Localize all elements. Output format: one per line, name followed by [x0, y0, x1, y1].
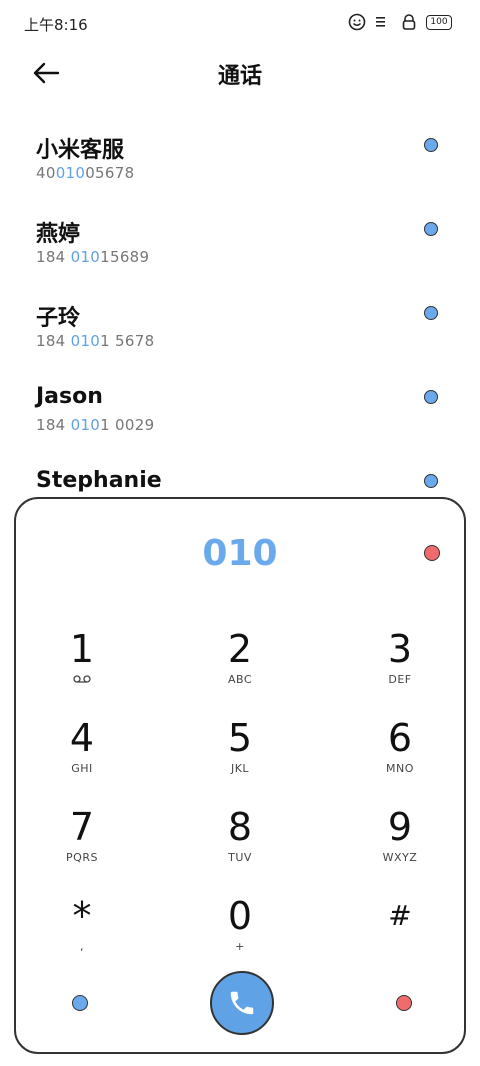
contact-action-dot[interactable]: [424, 474, 438, 488]
contact-action-dot[interactable]: [424, 222, 438, 236]
key-letters: PQRS: [66, 851, 98, 864]
contact-action-dot[interactable]: [424, 138, 438, 152]
dialpad-collapse-dot[interactable]: [72, 995, 88, 1011]
phone-icon: [230, 991, 254, 1015]
key-letters: TUV: [228, 851, 252, 864]
key-hash[interactable]: #: [340, 894, 460, 974]
contact-number: 4001005678: [36, 164, 135, 182]
contact-name: 小米客服: [36, 138, 125, 163]
key-2[interactable]: 2 ABC: [180, 627, 300, 707]
key-8[interactable]: 8 TUV: [180, 805, 300, 885]
smiley-icon: [348, 13, 366, 31]
key-letters: JKL: [230, 762, 250, 775]
key-digit: *: [72, 894, 92, 938]
contact-name: Jason: [36, 384, 103, 409]
contact-number: 184 0101 0029: [36, 416, 155, 434]
key-digit: 4: [69, 716, 95, 760]
key-letters: +: [235, 940, 245, 953]
key-digit: 3: [387, 627, 413, 671]
delete-dot[interactable]: [424, 545, 440, 561]
key-5[interactable]: 5 JKL: [180, 716, 300, 796]
header: 通话: [0, 46, 480, 102]
key-star[interactable]: * ,: [22, 894, 142, 974]
contact-row[interactable]: 小米客服 4001005678: [0, 124, 480, 208]
key-digit: 1: [69, 627, 95, 671]
status-bar: 上午8:16 100: [0, 0, 480, 46]
key-digit: 0: [227, 894, 253, 938]
signal-bars-icon: [376, 17, 385, 27]
dialed-number: 010: [202, 533, 278, 574]
status-time: 上午8:16: [24, 16, 88, 34]
contact-name: 子玲: [36, 306, 81, 331]
voicemail-icon: [22, 673, 142, 686]
key-digit: 7: [69, 805, 95, 849]
key-digit: 2: [227, 627, 253, 671]
contact-name: Stephanie: [36, 468, 162, 493]
key-9[interactable]: 9 WXYZ: [340, 805, 460, 885]
contact-number: 184 0101 5678: [36, 332, 155, 350]
contact-number: 184 01015689: [36, 248, 150, 266]
dialpad-sheet: 010 1 2 ABC 3 DEF 4 GHI 5 JKL 6 MNO 7 PQ…: [14, 497, 466, 1054]
key-6[interactable]: 6 MNO: [340, 716, 460, 796]
dialpad-menu-dot[interactable]: [396, 995, 412, 1011]
key-digit: 8: [227, 805, 253, 849]
key-1[interactable]: 1: [22, 627, 142, 707]
lock-icon: [402, 14, 416, 30]
key-letters: MNO: [386, 762, 414, 775]
key-digit: 5: [227, 716, 253, 760]
status-icons: 100: [348, 13, 452, 31]
battery-indicator: 100: [426, 14, 452, 30]
page-title: 通话: [217, 64, 262, 89]
contact-row[interactable]: 燕婷 184 01015689: [0, 208, 480, 292]
call-button[interactable]: [210, 971, 274, 1035]
key-letters: ABC: [227, 673, 253, 686]
contact-row[interactable]: Jason 184 0101 0029: [0, 376, 480, 460]
contact-action-dot[interactable]: [424, 390, 438, 404]
key-3[interactable]: 3 DEF: [340, 627, 460, 707]
key-digit: 6: [387, 716, 413, 760]
key-0[interactable]: 0 +: [180, 894, 300, 974]
contact-name: 燕婷: [36, 222, 81, 247]
key-digit: #: [388, 899, 412, 932]
contact-list: 小米客服 4001005678 燕婷 184 01015689 子玲 184 0…: [0, 124, 480, 544]
key-letters: WXYZ: [382, 851, 418, 864]
contact-action-dot[interactable]: [424, 306, 438, 320]
key-letters: GHI: [71, 762, 93, 775]
key-digit: 9: [387, 805, 413, 849]
key-4[interactable]: 4 GHI: [22, 716, 142, 796]
key-letters: ,: [80, 940, 84, 953]
key-letters: DEF: [388, 673, 412, 686]
key-7[interactable]: 7 PQRS: [22, 805, 142, 885]
contact-row[interactable]: 子玲 184 0101 5678: [0, 292, 480, 376]
